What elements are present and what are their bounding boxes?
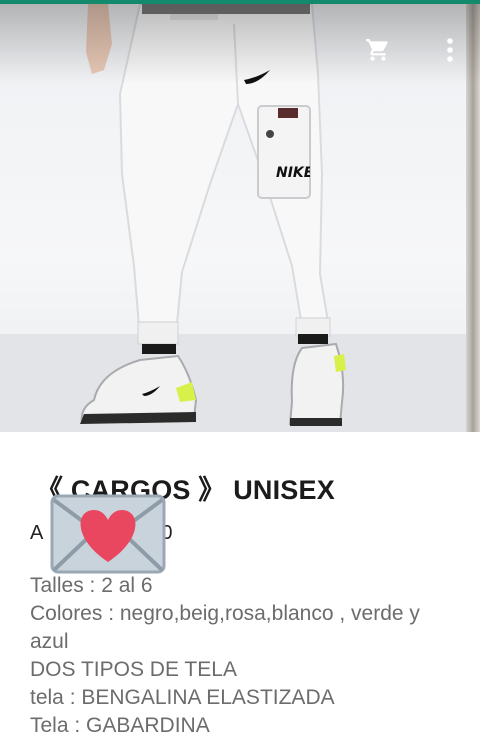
love-letter-emoji-icon (50, 494, 166, 574)
image-top-actions (362, 34, 466, 66)
product-image-carousel[interactable]: NIKE (0, 4, 480, 432)
description-sizes: Talles : 2 al 6 (30, 574, 153, 597)
overflow-menu-icon[interactable] (434, 34, 466, 66)
description-colors: Colores : negro,beig,rosa,blanco , verde… (30, 602, 420, 653)
description-fabric-types: DOS TIPOS DE TELA (30, 658, 237, 681)
product-detail-screen: NIKE 《 CARGOS 》 UNISEX A0 Talles: 2 al … (0, 0, 480, 752)
description-fabric-2: Tela : GABARDINA (30, 714, 210, 737)
product-info: 《 CARGOS 》 UNISEX A0 Talles : 2 al 6 Col… (0, 432, 480, 752)
product-description: Talles : 2 al 6 Colores : negro,beig,ros… (30, 572, 460, 740)
nike-logo-text: NIKE (276, 165, 310, 180)
svg-text:NIKE: NIKE (276, 165, 310, 180)
cart-icon[interactable] (362, 34, 394, 66)
description-fabric-1: tela : BENGALINA ELASTIZADA (30, 686, 335, 709)
price-prefix: A (30, 522, 44, 544)
